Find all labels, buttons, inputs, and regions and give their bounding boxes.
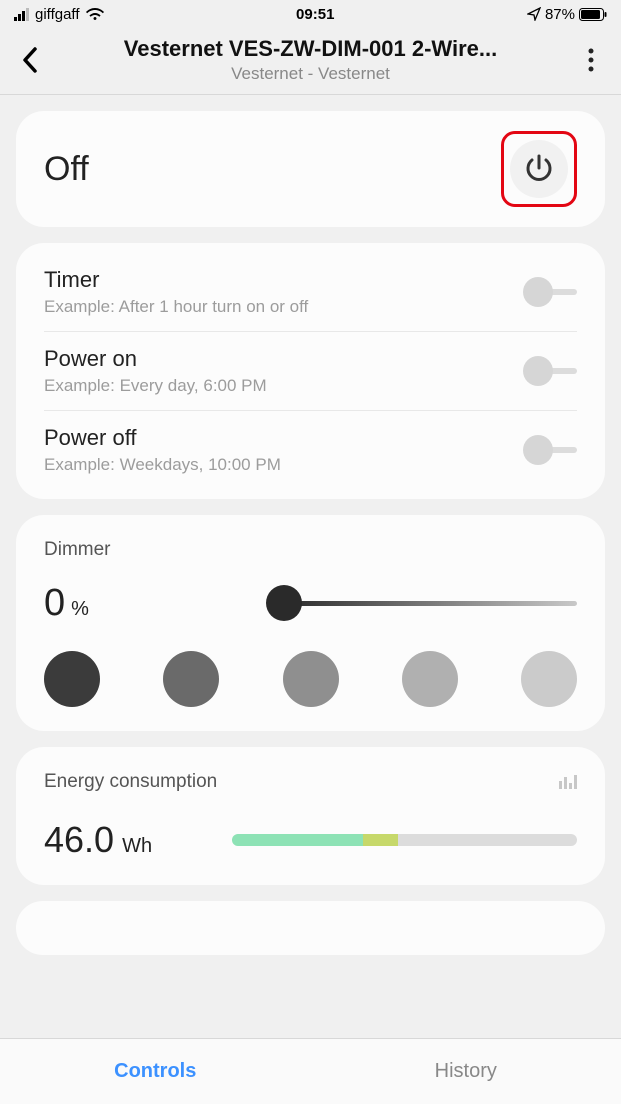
clock-label: 09:51 — [296, 6, 334, 23]
wifi-icon — [86, 7, 104, 21]
dimmer-preset-4[interactable] — [402, 651, 458, 707]
schedule-subtitle: Example: Every day, 6:00 PM — [44, 376, 267, 396]
location-icon — [527, 7, 541, 21]
page-title: Vesternet VES-ZW-DIM-001 2-Wire... — [71, 36, 551, 62]
tab-controls[interactable]: Controls — [0, 1039, 311, 1104]
schedule-title: Power on — [44, 346, 267, 372]
more-menu-button[interactable] — [573, 48, 609, 72]
page-subtitle: Vesternet - Vesternet — [48, 64, 573, 84]
dimmer-row: 0 % — [44, 583, 577, 623]
power-state-label: Off — [44, 150, 89, 189]
page-header: Vesternet VES-ZW-DIM-001 2-Wire... Veste… — [0, 28, 621, 95]
energy-number: 46.0 — [44, 819, 114, 861]
dimmer-card: Dimmer 0 % — [16, 515, 605, 731]
schedule-row-power-on[interactable]: Power on Example: Every day, 6:00 PM — [44, 331, 577, 410]
schedule-text: Power on Example: Every day, 6:00 PM — [44, 346, 267, 396]
battery-percent-label: 87% — [545, 6, 575, 23]
slider-thumb[interactable] — [266, 585, 302, 621]
header-titles: Vesternet VES-ZW-DIM-001 2-Wire... Veste… — [48, 36, 573, 84]
dimmer-value: 0 % — [44, 582, 89, 625]
dimmer-slider[interactable] — [284, 583, 577, 623]
energy-usage-bar — [232, 834, 577, 846]
dimmer-preset-5[interactable] — [521, 651, 577, 707]
power-icon — [523, 153, 555, 185]
timer-toggle[interactable] — [523, 277, 577, 307]
slider-track — [284, 601, 577, 606]
schedule-text: Power off Example: Weekdays, 10:00 PM — [44, 425, 281, 475]
power-card: Off — [16, 111, 605, 227]
dimmer-number: 0 — [44, 582, 65, 625]
energy-section-title: Energy consumption — [44, 771, 217, 793]
schedules-card: Timer Example: After 1 hour turn on or o… — [16, 243, 605, 499]
status-right: 87% — [527, 6, 607, 23]
status-left: giffgaff — [14, 6, 104, 23]
more-vertical-icon — [588, 48, 594, 72]
energy-card: Energy consumption 46.0 Wh — [16, 747, 605, 885]
content-area: Off Timer Example: After 1 hour turn on … — [0, 95, 621, 971]
schedule-title: Power off — [44, 425, 281, 451]
chevron-left-icon — [21, 46, 39, 74]
energy-value: 46.0 Wh — [44, 819, 152, 861]
bottom-tab-bar: Controls History — [0, 1038, 621, 1104]
back-button[interactable] — [12, 46, 48, 74]
schedule-title: Timer — [44, 267, 308, 293]
chart-bars-icon[interactable] — [559, 775, 577, 789]
dimmer-presets — [44, 651, 577, 707]
energy-unit: Wh — [122, 835, 152, 858]
power-toggle-button[interactable] — [510, 140, 568, 198]
status-bar: giffgaff 09:51 87% — [0, 0, 621, 28]
schedule-row-timer[interactable]: Timer Example: After 1 hour turn on or o… — [44, 253, 577, 331]
energy-bar-segment-mid — [363, 834, 397, 846]
schedule-row-power-off[interactable]: Power off Example: Weekdays, 10:00 PM — [44, 410, 577, 489]
energy-header: Energy consumption — [44, 771, 577, 793]
dimmer-section-title: Dimmer — [44, 539, 577, 561]
energy-row: 46.0 Wh — [44, 819, 577, 861]
next-card-peek[interactable] — [16, 901, 605, 955]
schedule-subtitle: Example: After 1 hour turn on or off — [44, 297, 308, 317]
tab-history[interactable]: History — [311, 1039, 621, 1104]
energy-bar-segment-empty — [398, 834, 577, 846]
power-off-toggle[interactable] — [523, 435, 577, 465]
carrier-label: giffgaff — [35, 6, 80, 23]
dimmer-unit: % — [71, 598, 89, 621]
dimmer-preset-2[interactable] — [163, 651, 219, 707]
power-on-toggle[interactable] — [523, 356, 577, 386]
power-button-highlight — [501, 131, 577, 207]
schedule-text: Timer Example: After 1 hour turn on or o… — [44, 267, 308, 317]
energy-bar-segment-low — [232, 834, 363, 846]
cellular-signal-icon — [14, 8, 29, 21]
dimmer-preset-1[interactable] — [44, 651, 100, 707]
schedule-subtitle: Example: Weekdays, 10:00 PM — [44, 455, 281, 475]
battery-icon — [579, 8, 607, 21]
dimmer-preset-3[interactable] — [283, 651, 339, 707]
